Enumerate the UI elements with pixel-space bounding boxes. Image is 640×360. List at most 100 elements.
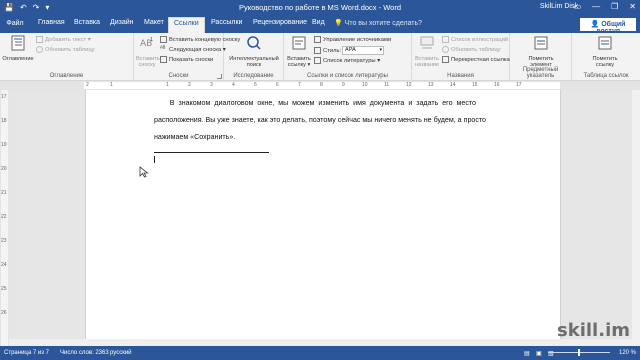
group-label-toc: Оглавление (49, 73, 84, 79)
toc-button[interactable]: Оглавление (2, 35, 34, 62)
minimize-icon[interactable]: — (592, 2, 600, 11)
group-label-index: Предметный указатель (522, 67, 559, 79)
style-label-row: Стиль: (314, 47, 341, 54)
tab-layout[interactable]: Макет (144, 19, 164, 26)
footnotes-dialog-launcher-icon[interactable] (217, 74, 222, 79)
next-footnote-button[interactable]: ᴬᴮ Следующая сноска ▾ (160, 46, 226, 53)
read-mode-icon[interactable]: ▤ (524, 350, 530, 357)
show-notes-icon (160, 56, 167, 63)
tell-me-box[interactable]: 💡 Что вы хотите сделать? (334, 19, 422, 27)
vruler-number: 22 (1, 214, 7, 220)
chevron-down-icon: ▾ (379, 47, 382, 53)
ribbon-tab-bar: Файл Главная Вставка Дизайн Макет Ссылки… (0, 16, 640, 35)
word-count[interactable]: Число слов: 2363 (60, 350, 109, 356)
smart-lookup-icon (247, 36, 261, 50)
update-figures-table-button[interactable]: Обновить таблицу (442, 46, 501, 53)
endnote-icon (160, 36, 167, 43)
share-button[interactable]: 👤 Общий доступ (580, 18, 636, 35)
vruler-number: 26 (1, 310, 7, 316)
close-icon[interactable]: ✕ (629, 2, 636, 11)
update-toc-button[interactable]: Обновить таблицу (36, 46, 95, 53)
ruler-number: 9 (342, 82, 345, 88)
tab-references[interactable]: Ссылки (168, 17, 205, 33)
ribbon-display-options-icon[interactable]: ▭ (574, 2, 582, 11)
ruler-number: 2 (86, 82, 89, 88)
title-bar: 💾 ↶ ↷ ▾ Руководство по работе в MS Word.… (0, 0, 640, 16)
ruler-number: 6 (276, 82, 279, 88)
ruler-number: 16 (494, 82, 500, 88)
caption-icon (420, 36, 434, 49)
update-toc-label: Обновить таблицу (45, 46, 95, 53)
show-notes-label: Показать сноски (169, 56, 214, 63)
group-captions: Вставить название Список иллюстраций Обн… (412, 33, 510, 81)
table-of-figures-button[interactable]: Список иллюстраций (442, 36, 508, 43)
bibliography-icon (314, 57, 321, 64)
insert-footnote-button[interactable]: AB 1 Вставить сноску (136, 35, 160, 69)
update-figures-table-label: Обновить таблицу (451, 46, 501, 53)
group-table-of-authorities: Пометить ссылку Таблица ссылок (572, 33, 640, 81)
tab-view[interactable]: Вид (312, 19, 325, 26)
tab-review[interactable]: Рецензирование (253, 19, 307, 26)
show-notes-button[interactable]: Показать сноски (160, 56, 213, 63)
text-caret (154, 156, 155, 163)
vertical-ruler[interactable]: 17 18 19 20 21 22 23 24 25 26 (0, 90, 9, 346)
insert-citation-button[interactable]: Вставить ссылку ▾ (286, 35, 312, 69)
document-page[interactable]: В знакомом диалоговом окне, мы можем изм… (85, 90, 561, 346)
zoom-slider-thumb[interactable] (578, 349, 580, 356)
table-of-contents-icon (11, 35, 25, 51)
restore-icon[interactable]: ❐ (611, 2, 618, 11)
vruler-number: 17 (1, 94, 7, 100)
add-text-label: Добавить текст ▾ (45, 36, 91, 43)
tab-design[interactable]: Дизайн (110, 19, 134, 26)
horizontal-ruler[interactable]: 2 1 1 2 3 4 5 6 7 8 9 10 11 12 13 14 15 … (0, 81, 640, 90)
group-research: Интеллектуальный поиск Исследование (224, 33, 284, 81)
svg-text:1: 1 (150, 37, 153, 43)
table-of-figures-icon (442, 36, 449, 43)
user-name[interactable]: SkilLim Disk (540, 3, 578, 10)
mark-citation-button[interactable]: Пометить ссылку (588, 35, 622, 69)
ribbon: Оглавление Добавить текст ▾ Обновить таб… (0, 33, 640, 81)
vruler-number: 25 (1, 286, 7, 292)
vertical-scrollbar[interactable] (632, 90, 640, 346)
print-layout-icon[interactable]: ▣ (536, 350, 542, 357)
cross-reference-label: Перекрестная ссылка (451, 56, 510, 63)
tab-insert[interactable]: Вставка (74, 19, 100, 26)
ruler-number: 1 (166, 82, 169, 88)
mouse-pointer-icon (139, 166, 149, 181)
ruler-number: 12 (406, 82, 412, 88)
vruler-number: 24 (1, 262, 7, 268)
citation-style-select[interactable]: APA ▾ (342, 46, 384, 55)
next-footnote-icon: ᴬᴮ (160, 46, 166, 52)
horizontal-scrollbar[interactable] (9, 339, 632, 346)
add-text-button[interactable]: Добавить текст ▾ (36, 36, 91, 43)
ruler-number: 8 (320, 82, 323, 88)
manage-sources-label: Управление источниками (323, 36, 392, 43)
smart-lookup-button[interactable]: Интеллектуальный поиск (226, 35, 282, 69)
language-indicator[interactable]: русский (110, 350, 132, 356)
tab-file[interactable]: Файл (0, 16, 30, 33)
refresh-icon (442, 46, 449, 53)
manage-sources-button[interactable]: Управление источниками (314, 36, 391, 43)
skillim-logo: skill.im (557, 320, 630, 341)
person-icon: 👤 (590, 21, 600, 28)
tab-home[interactable]: Главная (38, 19, 65, 26)
tell-me-placeholder: Что вы хотите сделать? (344, 20, 423, 27)
document-line-3[interactable]: нажимаем «Сохранить». (154, 127, 526, 148)
ruler-number: 13 (428, 82, 434, 88)
window-controls: ▭ — ❐ ✕ (574, 2, 636, 11)
mark-entry-button[interactable]: Пометить элемент (524, 35, 558, 69)
horizontal-line (154, 152, 269, 153)
vruler-number: 19 (1, 142, 7, 148)
page-count[interactable]: Страница 7 из 7 (4, 350, 49, 356)
smart-lookup-label: Интеллектуальный поиск (229, 55, 279, 69)
cross-reference-button[interactable]: Перекрестная ссылка (442, 56, 510, 63)
tab-mailings[interactable]: Рассылки (211, 19, 242, 26)
zoom-level[interactable]: 120 % (619, 350, 636, 356)
document-area: В знакомом диалоговом окне, мы можем изм… (9, 90, 640, 346)
group-label-research: Исследование (233, 73, 274, 79)
bibliography-button[interactable]: Список литературы ▾ (314, 57, 380, 64)
insert-caption-button[interactable]: Вставить название (414, 35, 440, 69)
insert-footnote-label: Вставить сноску (136, 55, 160, 69)
group-table-of-contents: Оглавление Добавить текст ▾ Обновить таб… (0, 33, 134, 81)
bibliography-label: Список литературы ▾ (323, 57, 381, 64)
